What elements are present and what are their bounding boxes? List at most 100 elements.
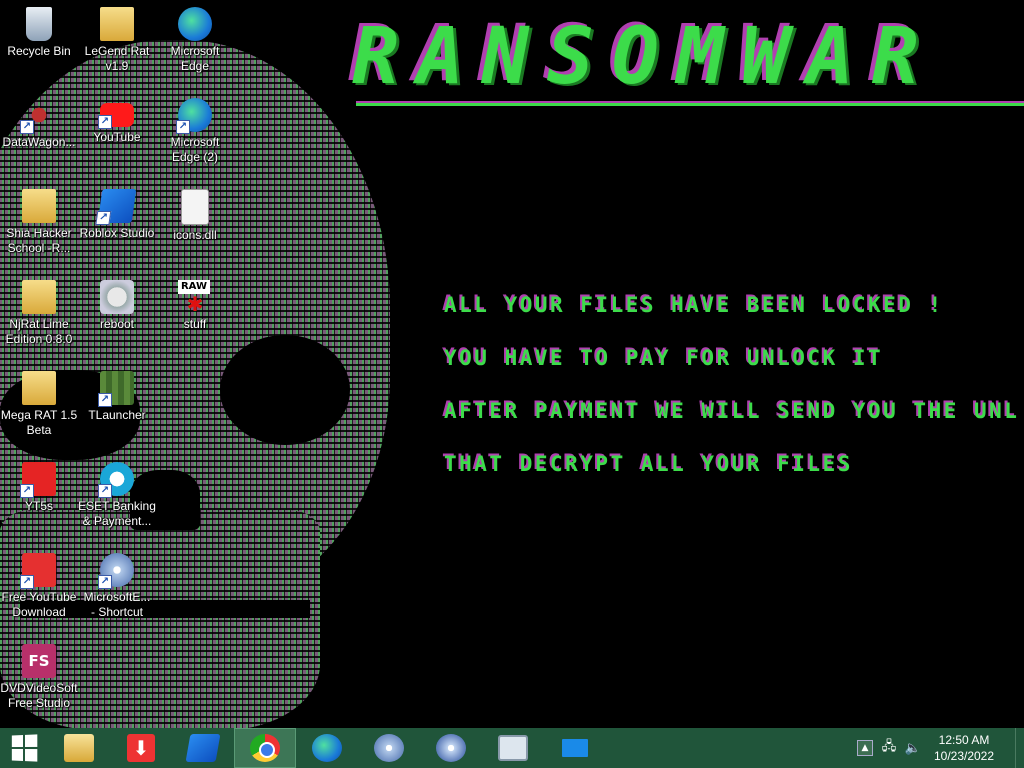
start-button[interactable]: [0, 728, 48, 768]
network-icon[interactable]: 🖧: [877, 728, 901, 768]
windows-logo-icon: [11, 734, 38, 762]
raw-image-icon: RAW ✱: [178, 280, 212, 314]
ransom-message-line: YOU HAVE TO PAY FOR UNLOCK IT: [444, 346, 884, 370]
taskbar-system-monitor[interactable]: [482, 728, 544, 768]
disc-icon: [374, 734, 404, 762]
desktop-icon-label: icons.dll: [173, 228, 217, 242]
folder-icon: [22, 371, 56, 405]
clock-date: 10/23/2022: [933, 749, 995, 763]
download-icon: ↗: [20, 553, 56, 589]
clock[interactable]: 12:50 AM 10/23/2022: [925, 732, 1003, 764]
shortcut-arrow-icon: ↗: [176, 120, 190, 134]
desktop-icon-label: Shia Hacker School -R...: [6, 226, 72, 255]
desktop-icon-microsoft-edge-2[interactable]: ↗ Microsoft Edge (2): [156, 93, 234, 181]
taskbar-disc-app-2[interactable]: [420, 728, 482, 768]
dvdvideosoft-icon: FS: [22, 644, 56, 678]
desktop-icon-mega-rat[interactable]: Mega RAT 1.5 Beta: [0, 366, 78, 454]
ransom-message-line: ALL YOUR FILES HAVE BEEN LOCKED !: [444, 293, 944, 317]
taskbar-disc-app-1[interactable]: [358, 728, 420, 768]
desktop-icon-label: YouTube: [93, 130, 141, 144]
desktop-icon-label: LeGend Rat v1.9: [84, 44, 150, 73]
desktop-icon-label: ESET Banking & Payment...: [78, 499, 156, 528]
clock-time: 12:50 AM: [938, 733, 990, 747]
desktop-icon-recycle-bin[interactable]: Recycle Bin: [0, 2, 78, 90]
file-explorer-icon: [64, 734, 94, 762]
desktop-icon-legend-rat[interactable]: LeGend Rat v1.9: [78, 2, 156, 90]
desktop-icon-label: reboot: [99, 317, 135, 331]
desktop-icon-datawagon[interactable]: ↗ DataWagon...: [0, 93, 78, 181]
disc-icon: [436, 734, 466, 762]
desktop-icon-label: Microsoft Edge: [170, 44, 220, 73]
desktop-icon-label: MicrosoftE... - Shortcut: [83, 590, 151, 619]
desktop-icon-reboot[interactable]: reboot: [78, 275, 156, 363]
edge-icon: ↗: [176, 98, 212, 134]
shortcut-arrow-icon: ↗: [98, 575, 112, 589]
taskbar-file-explorer[interactable]: [48, 728, 110, 768]
display-icon: [562, 739, 588, 757]
taskbar-chrome[interactable]: [234, 728, 296, 768]
desktop-icon-label: DVDVideoSoft Free Studio: [0, 681, 78, 710]
ransom-divider: [356, 103, 1024, 106]
chevron-up-icon: ▲: [857, 740, 873, 756]
desktop-icon-tlauncher[interactable]: ↗ TLauncher: [78, 366, 156, 454]
desktop-icon-label: DataWagon...: [2, 135, 76, 149]
folder-icon: [22, 280, 56, 314]
desktop-icon-microsofte-shortcut[interactable]: ↗ MicrosoftE... - Shortcut: [78, 548, 156, 636]
desktop-icon-label: Mega RAT 1.5 Beta: [0, 408, 78, 437]
volume-icon[interactable]: 🔈: [901, 728, 925, 768]
dll-file-icon: [181, 189, 209, 225]
desktop-icon-njrat-lime[interactable]: NjRat Lime Edition 0.8.0: [0, 275, 78, 363]
red-splat-icon: ✱: [186, 292, 204, 316]
ransom-message-line: THAT DECRYPT ALL YOUR FILES: [444, 452, 853, 476]
desktop-icon-label: YT5s: [24, 499, 53, 513]
shortcut-arrow-icon: ↗: [98, 115, 112, 129]
desktop-icon-yt5s[interactable]: ↗ YT5s: [0, 457, 78, 545]
system-tray: ▲ 🖧 🔈 12:50 AM 10/23/2022: [853, 728, 1024, 768]
desktop-icon-youtube[interactable]: ↗ YouTube: [78, 93, 156, 181]
desktop-icon-label: Recycle Bin: [7, 44, 71, 58]
edge-icon: [178, 7, 212, 41]
desktop-icon-label: TLauncher: [88, 408, 146, 422]
shortcut-arrow-icon: ↗: [98, 484, 112, 498]
shortcut-arrow-icon: ↗: [95, 211, 112, 225]
download-arrow-icon: ⬇: [127, 734, 155, 762]
ransom-title: RANSOMWAR: [352, 12, 937, 102]
taskbar: ⬇ ▲ 🖧 🔈 12:50 AM 10/23/2022: [0, 728, 1024, 768]
chrome-icon: [250, 734, 280, 762]
show-desktop-button[interactable]: [1015, 728, 1024, 768]
desktop-icon-label: Free YouTube Download: [1, 590, 77, 619]
desktop-icon-roblox-studio[interactable]: ↗ Roblox Studio: [78, 184, 156, 272]
disc-icon: ↗: [98, 553, 134, 589]
skull-eye-right: [220, 335, 350, 445]
minecraft-icon: ↗: [98, 371, 134, 407]
desktop-icon-dvdvideosoft[interactable]: FS DVDVideoSoft Free Studio: [0, 639, 78, 727]
desktop-icon-eset-banking[interactable]: ↗ ESET Banking & Payment...: [78, 457, 156, 545]
desktop-icon-free-youtube-download[interactable]: ↗ Free YouTube Download: [0, 548, 78, 636]
shortcut-arrow-icon: ↗: [20, 575, 34, 589]
youtube-icon: ↗: [98, 103, 134, 129]
shortcut-arrow-icon: ↗: [20, 120, 34, 134]
desktop[interactable]: RANSOMWAR ALL YOUR FILES HAVE BEEN LOCKE…: [0, 0, 1024, 728]
desktop-icon-icons-dll[interactable]: icons.dll: [156, 184, 234, 272]
tray-overflow-button[interactable]: ▲: [853, 728, 877, 768]
desktop-icon-label: stuff: [183, 317, 207, 331]
desktop-icon-shia-hacker-school[interactable]: Shia Hacker School -R...: [0, 184, 78, 272]
script-gear-icon: [100, 280, 134, 314]
taskbar-roblox-studio[interactable]: [172, 728, 234, 768]
eset-icon: ↗: [98, 462, 134, 498]
yt5s-icon: ↗: [20, 462, 56, 498]
shortcut-arrow-icon: ↗: [20, 484, 34, 498]
desktop-icon-microsoft-edge[interactable]: Microsoft Edge: [156, 2, 234, 90]
edge-icon: [312, 734, 342, 762]
taskbar-edge[interactable]: [296, 728, 358, 768]
taskbar-downloader[interactable]: ⬇: [110, 728, 172, 768]
ransom-message-line: AFTER PAYMENT WE WILL SEND YOU THE UNL: [444, 399, 1020, 423]
monitor-icon: [498, 735, 528, 761]
folder-icon: [22, 189, 56, 223]
folder-icon: [100, 7, 134, 41]
desktop-icon-stuff[interactable]: RAW ✱ stuff: [156, 275, 234, 363]
recycle-bin-icon: [26, 7, 52, 41]
shortcut-arrow-icon: ↗: [98, 393, 112, 407]
taskbar-display[interactable]: [544, 728, 606, 768]
datawagon-icon: ↗: [20, 98, 56, 134]
